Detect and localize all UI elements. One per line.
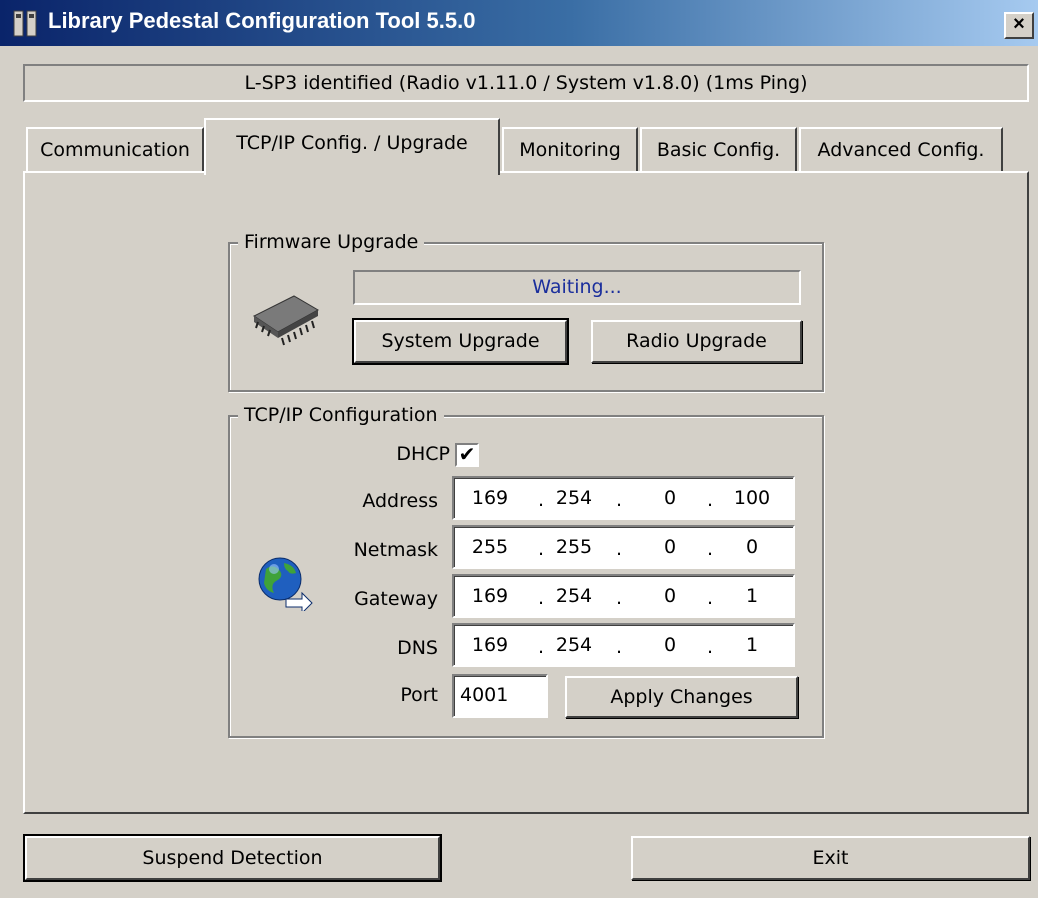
netmask-label: Netmask [353,539,438,561]
ip-separator: . [616,636,623,658]
dhcp-label: DHCP [396,443,450,465]
port-input[interactable]: 4001 [452,674,548,718]
netmask-ip-field[interactable]: 255 . 255 . 0 . 0 [452,525,795,569]
ip-separator: . [538,636,545,658]
exit-button[interactable]: Exit [631,836,1030,880]
ip-octet: 255 [555,536,593,558]
tab-advanced-config[interactable]: Advanced Config. [799,127,1003,173]
tab-monitoring[interactable]: Monitoring [502,127,638,173]
gateway-label: Gateway [354,588,438,610]
ip-octet: 0 [663,536,677,558]
window-title: Library Pedestal Configuration Tool 5.5.… [48,8,476,33]
close-button[interactable]: × [1004,12,1034,39]
ip-octet: 169 [471,634,509,656]
ip-octet: 0 [663,634,677,656]
ip-octet: 169 [471,487,509,509]
address-label: Address [362,490,438,512]
tab-communication[interactable]: Communication [26,127,204,173]
firmware-upgrade-legend: Firmware Upgrade [238,231,425,253]
ip-octet: 0 [663,585,677,607]
ip-separator: . [707,636,714,658]
address-ip-field[interactable]: 169 . 254 . 0 . 100 [452,476,795,520]
check-icon: ✔ [458,442,476,466]
dhcp-checkbox[interactable]: ✔ [455,443,479,467]
tcpip-config-legend: TCP/IP Configuration [238,404,444,426]
ip-octet: 169 [471,585,509,607]
title-bar: Library Pedestal Configuration Tool 5.5.… [0,0,1038,46]
tab-tcpip-config-upgrade[interactable]: TCP/IP Config. / Upgrade [204,118,500,175]
ip-separator: . [616,587,623,609]
tab-basic-config[interactable]: Basic Config. [640,127,797,173]
radio-upgrade-button[interactable]: Radio Upgrade [591,320,802,363]
ip-separator: . [707,538,714,560]
ip-octet: 100 [733,487,771,509]
ip-octet: 254 [555,487,593,509]
upgrade-progress-bar: Waiting... [353,270,801,305]
ip-separator: . [707,587,714,609]
device-status-field: L-SP3 identified (Radio v1.11.0 / System… [23,64,1029,102]
system-upgrade-button[interactable]: System Upgrade [352,318,569,365]
dns-ip-field[interactable]: 169 . 254 . 0 . 1 [452,623,795,667]
chip-icon [253,295,320,346]
ip-separator: . [616,489,623,511]
ip-octet: 254 [555,585,593,607]
ip-octet: 1 [745,634,759,656]
ip-octet: 254 [555,634,593,656]
ip-octet: 0 [745,536,759,558]
suspend-detection-button[interactable]: Suspend Detection [23,834,442,882]
ip-octet: 255 [471,536,509,558]
dns-label: DNS [397,637,438,659]
ip-separator: . [538,489,545,511]
apply-changes-button[interactable]: Apply Changes [565,676,798,718]
close-icon: × [1013,13,1025,35]
port-label: Port [400,684,438,706]
ip-octet: 0 [663,487,677,509]
app-icon [13,10,37,37]
ip-separator: . [538,538,545,560]
ip-separator: . [707,489,714,511]
ip-separator: . [538,587,545,609]
gateway-ip-field[interactable]: 169 . 254 . 0 . 1 [452,574,795,618]
ip-octet: 1 [745,585,759,607]
ip-separator: . [616,538,623,560]
